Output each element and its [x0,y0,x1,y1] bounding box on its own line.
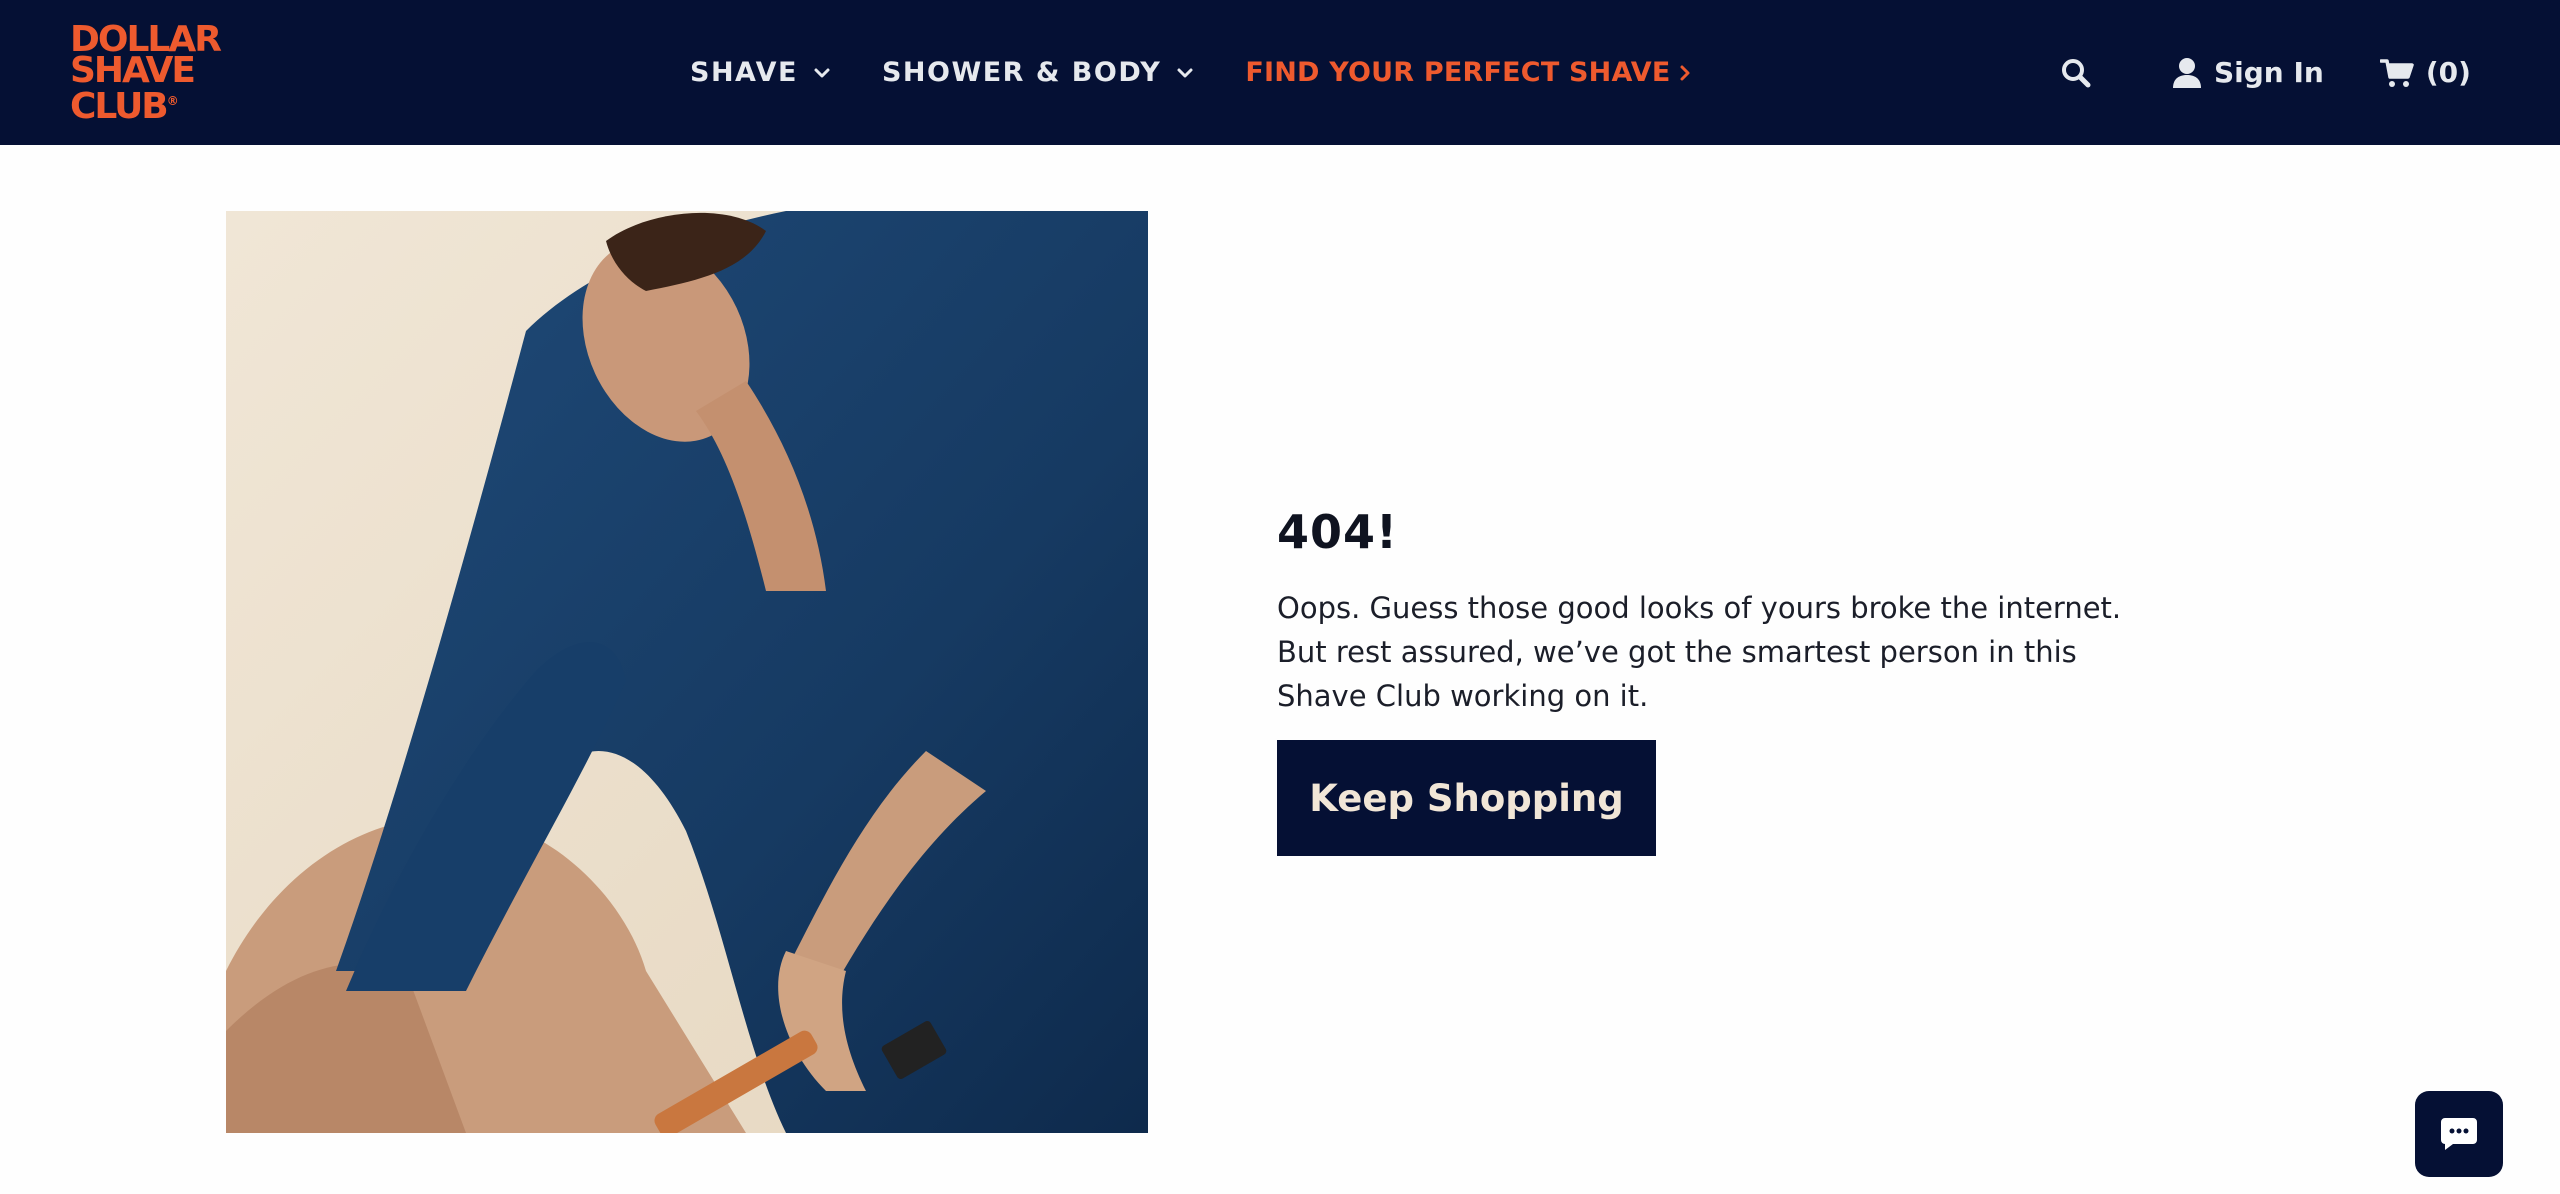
cart-link[interactable]: (0) [2379,56,2471,89]
user-icon [2173,57,2201,88]
chevron-right-icon [1680,65,1689,80]
nav-item-shower-body[interactable]: SHOWER & BODY [882,57,1195,88]
page-title: 404! [1277,505,1398,559]
utility-nav: Sign In (0) [2060,0,2471,145]
error-message: Oops. Guess those good looks of yours br… [1277,591,2122,713]
nav-item-find-your-shave[interactable]: FIND YOUR PERFECT SHAVE [1245,57,1692,88]
chat-button[interactable] [2415,1091,2503,1177]
logo-line-2: SHAVE [70,50,196,91]
cart-icon [2379,58,2414,87]
keep-shopping-button[interactable]: Keep Shopping [1277,740,1656,856]
sign-in-link[interactable]: Sign In [2172,56,2324,89]
cart-count: (0) [2425,56,2471,89]
hero-photo-illustration [226,211,1148,1133]
search-button[interactable] [2060,57,2092,89]
nav-item-label: FIND YOUR PERFECT SHAVE [1245,57,1671,88]
chevron-down-icon [814,68,830,77]
main-nav: SHAVE SHOWER & BODY FIND YOUR PERFECT SH… [690,0,1693,145]
nav-item-label: SHAVE [690,57,798,88]
brand-logo[interactable]: DOLLAR SHAVE CLUB® [70,22,240,127]
logo-line-3: CLUB® [70,86,179,127]
hero-image [226,211,1148,1133]
search-icon [2062,58,2091,87]
sign-in-label: Sign In [2214,56,2324,89]
chat-bubble-icon [2441,1118,2477,1150]
nav-item-shave[interactable]: SHAVE [690,57,832,88]
nav-item-label: SHOWER & BODY [881,57,1162,88]
error-content: 404! Oops. Guess those good looks of you… [1277,500,2157,856]
chevron-down-icon [1177,68,1193,77]
site-header: DOLLAR SHAVE CLUB® SHAVE SHOWER & BODY F… [0,0,2560,145]
